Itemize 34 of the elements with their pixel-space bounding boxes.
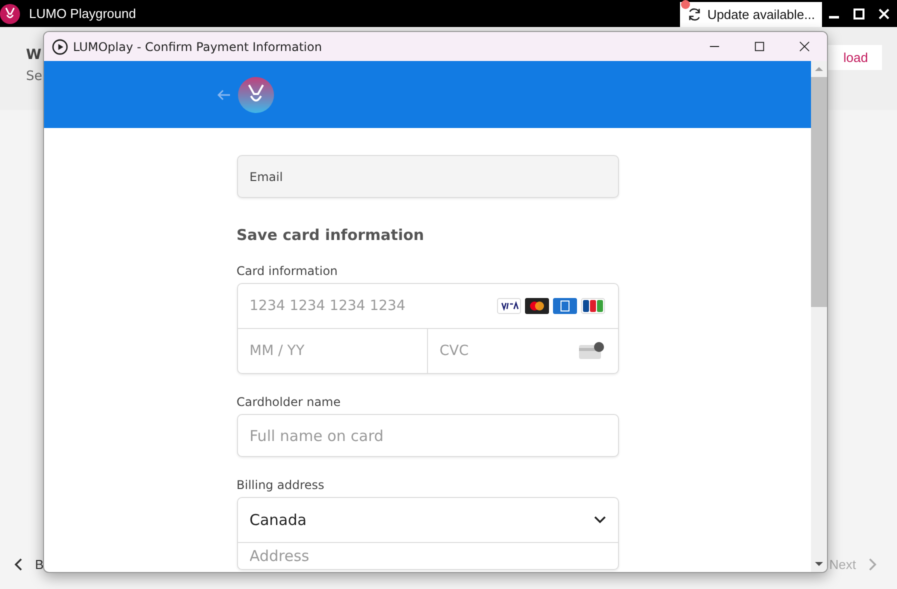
card-number-field[interactable]: 1234 1234 1234 1234 — [238, 284, 496, 328]
country-select[interactable]: Canada — [238, 498, 618, 543]
notification-dot — [681, 0, 690, 9]
close-icon[interactable] — [799, 41, 810, 52]
play-icon — [52, 38, 68, 54]
chevron-right-icon — [868, 558, 877, 570]
address-field[interactable]: Address — [238, 543, 618, 569]
maximize-icon[interactable] — [754, 41, 765, 52]
field-label: Cardholder name — [236, 395, 342, 409]
scrollbar[interactable] — [811, 61, 827, 572]
page-heading: W — [26, 47, 42, 63]
card-back-icon — [578, 342, 604, 360]
dialog-title: LUMOplay - Confirm Payment Information — [73, 40, 322, 54]
card-brand-icon — [524, 298, 548, 314]
section-title: Save card information — [236, 226, 426, 244]
cvc-field[interactable]: CVC — [428, 329, 578, 373]
card-brand-icon — [496, 298, 520, 314]
card-details-field-group[interactable]: 1234 1234 1234 1234 MM / YY CVC — [236, 283, 618, 374]
chevron-down-icon — [594, 516, 606, 524]
cardholder-name-field[interactable]: Full name on card — [236, 414, 618, 457]
expiry-field[interactable]: MM / YY — [238, 329, 428, 373]
back-button[interactable]: B — [14, 556, 44, 572]
field-label: Billing address — [236, 478, 326, 492]
billing-address-field-group[interactable]: Canada Address — [236, 497, 618, 570]
chevron-left-icon — [14, 558, 23, 570]
scroll-down-icon[interactable] — [815, 561, 823, 567]
card-brand-icon — [580, 298, 604, 314]
email-field[interactable]: Email — [236, 155, 618, 198]
field-label: Card information — [236, 264, 339, 278]
refresh-icon — [687, 6, 702, 22]
card-brand-icon — [552, 298, 576, 314]
page-subtitle: Se — [26, 69, 42, 84]
app-title: LUMO Playground — [29, 6, 136, 21]
update-button[interactable]: Update available... — [680, 2, 822, 26]
